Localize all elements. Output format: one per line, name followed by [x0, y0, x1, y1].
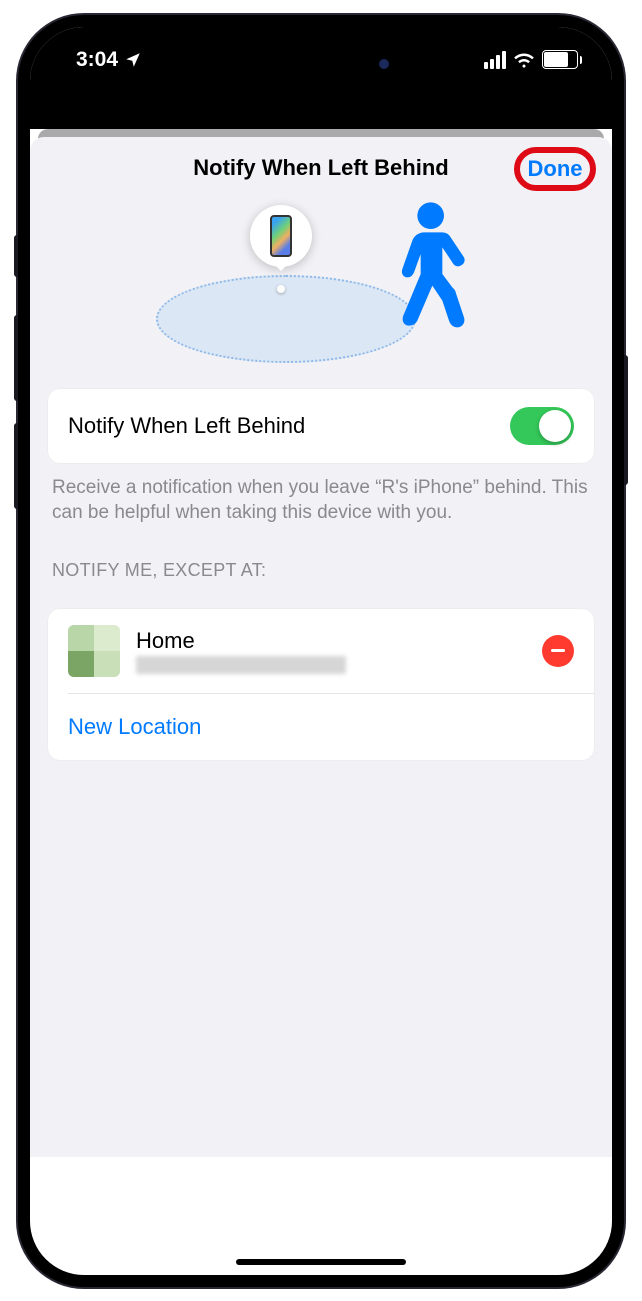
device-pin-icon: [250, 205, 312, 267]
location-name: Home: [136, 628, 526, 654]
phone-frame: 3:04 71 Notify When Left Behind: [18, 15, 624, 1287]
volume-down-button: [14, 423, 18, 509]
battery-icon: 71: [542, 50, 582, 69]
sheet-header: Notify When Left Behind Done: [30, 137, 612, 199]
camera-dot-icon: [379, 59, 389, 69]
dynamic-island: [235, 43, 407, 85]
illustration: [30, 199, 612, 371]
wifi-icon: [513, 51, 535, 69]
location-arrow-icon: [124, 51, 142, 69]
status-time-group: 3:04: [60, 48, 142, 72]
done-button[interactable]: Done: [528, 156, 583, 182]
toggle-card: Notify When Left Behind: [48, 389, 594, 463]
new-location-button[interactable]: New Location: [48, 694, 594, 760]
settings-sheet: Notify When Left Behind Done Notif: [30, 137, 612, 1157]
description-text: Receive a notification when you leave “R…: [30, 463, 612, 526]
done-button-highlight: Done: [514, 147, 596, 191]
status-bar-bg: [30, 85, 612, 129]
locations-card: Home New Location: [48, 609, 594, 760]
home-indicator[interactable]: [236, 1259, 406, 1265]
cellular-icon: [484, 51, 506, 69]
toggle-knob: [539, 410, 571, 442]
status-right-group: 71: [484, 50, 582, 69]
notify-toggle[interactable]: [510, 407, 574, 445]
screen: 3:04 71 Notify When Left Behind: [30, 27, 612, 1275]
except-section-header: NOTIFY ME, EXCEPT AT:: [30, 526, 612, 591]
remove-location-button[interactable]: [542, 635, 574, 667]
sheet-title: Notify When Left Behind: [193, 155, 448, 181]
location-address-redacted: [136, 656, 346, 674]
location-text: Home: [136, 628, 526, 674]
volume-up-button: [14, 315, 18, 401]
silent-switch: [14, 235, 18, 277]
walking-person-icon: [374, 199, 474, 359]
notify-toggle-row: Notify When Left Behind: [48, 389, 594, 463]
battery-percent: 71: [543, 53, 577, 67]
location-thumbnail-icon: [68, 625, 120, 677]
notify-toggle-label: Notify When Left Behind: [68, 413, 305, 439]
location-row-home[interactable]: Home: [48, 609, 594, 693]
status-time: 3:04: [76, 48, 118, 72]
power-button: [624, 355, 628, 485]
iphone-icon: [270, 215, 292, 257]
